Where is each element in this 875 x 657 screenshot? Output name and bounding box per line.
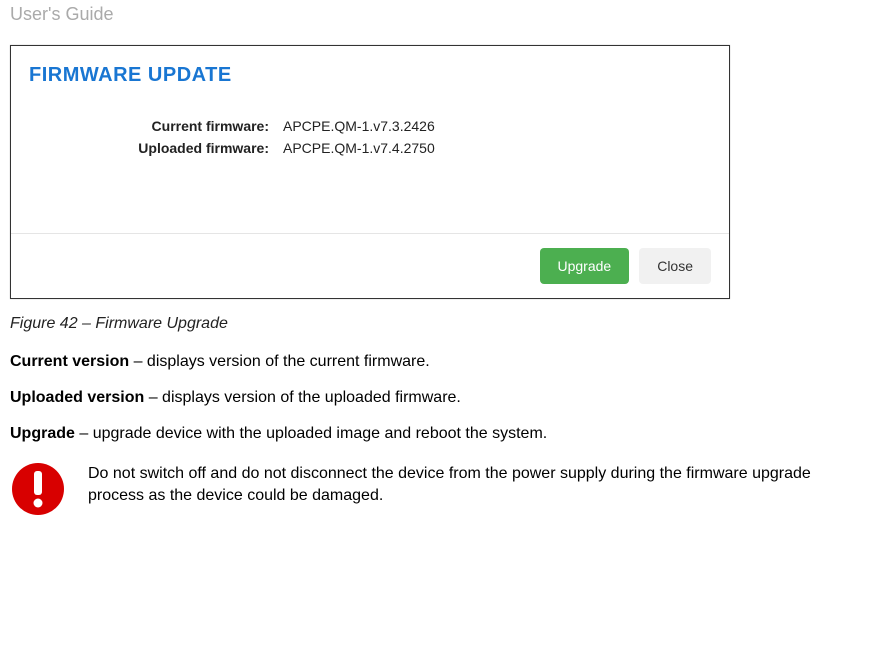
dialog-title: FIRMWARE UPDATE bbox=[29, 64, 705, 87]
current-firmware-label: Current firmware: bbox=[119, 118, 269, 134]
upgrade-button[interactable]: Upgrade bbox=[540, 248, 630, 284]
dialog-footer: Upgrade Close bbox=[11, 233, 729, 298]
warning-icon bbox=[10, 461, 66, 522]
desc-uploaded-version: Uploaded version – displays version of t… bbox=[10, 389, 865, 407]
current-firmware-value: APCPE.QM-1.v7.3.2426 bbox=[283, 118, 435, 134]
close-button[interactable]: Close bbox=[639, 248, 711, 284]
firmware-update-dialog: FIRMWARE UPDATE Current firmware: APCPE.… bbox=[10, 45, 730, 299]
firmware-info-block: Current firmware: APCPE.QM-1.v7.3.2426 U… bbox=[29, 115, 705, 159]
desc-upgrade-text: – upgrade device with the uploaded image… bbox=[75, 425, 547, 442]
page-title: User's Guide bbox=[10, 4, 113, 24]
desc-uploaded-text: – displays version of the uploaded firmw… bbox=[144, 389, 461, 406]
desc-current-version: Current version – displays version of th… bbox=[10, 353, 865, 371]
desc-uploaded-term: Uploaded version bbox=[10, 389, 144, 406]
uploaded-firmware-value: APCPE.QM-1.v7.4.2750 bbox=[283, 140, 435, 156]
page-header: User's Guide bbox=[0, 0, 875, 45]
desc-upgrade: Upgrade – upgrade device with the upload… bbox=[10, 425, 865, 443]
warning-text: Do not switch off and do not disconnect … bbox=[88, 461, 865, 506]
desc-upgrade-term: Upgrade bbox=[10, 425, 75, 442]
desc-current-text: – displays version of the current firmwa… bbox=[129, 353, 430, 370]
desc-current-term: Current version bbox=[10, 353, 129, 370]
figure-caption: Figure 42 – Firmware Upgrade bbox=[10, 315, 865, 333]
uploaded-firmware-row: Uploaded firmware: APCPE.QM-1.v7.4.2750 bbox=[119, 137, 705, 159]
uploaded-firmware-label: Uploaded firmware: bbox=[119, 140, 269, 156]
current-firmware-row: Current firmware: APCPE.QM-1.v7.3.2426 bbox=[119, 115, 705, 137]
warning-block: Do not switch off and do not disconnect … bbox=[10, 461, 865, 522]
